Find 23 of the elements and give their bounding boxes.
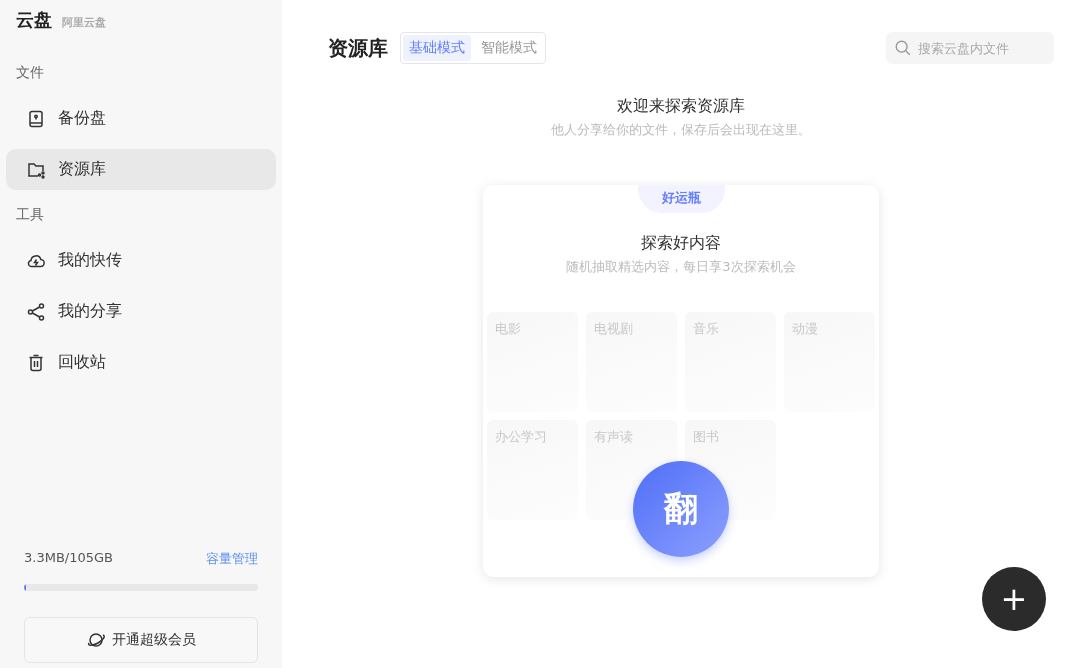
welcome-title: 欢迎来探索资源库 bbox=[616, 96, 746, 117]
app-logo-text: 云盘 bbox=[16, 8, 52, 32]
vip-button[interactable]: 开通超级会员 bbox=[24, 617, 258, 663]
planet-icon bbox=[86, 630, 106, 650]
card-badge: 好运瓶 bbox=[637, 185, 725, 213]
welcome-subtitle: 他人分享给你的文件，保存后会出现在这里。 bbox=[551, 121, 811, 139]
card-subtitle: 随机抽取精选内容，每日享3次探索机会 bbox=[566, 258, 796, 276]
search-icon bbox=[894, 39, 912, 57]
sidebar-item[interactable]: 我的快传 bbox=[6, 240, 276, 281]
add-button[interactable]: + bbox=[982, 567, 1046, 631]
search-field[interactable]: 搜索云盘内文件 bbox=[886, 32, 1054, 64]
share-icon bbox=[26, 301, 46, 322]
drive-icon bbox=[26, 108, 46, 129]
page-title: 资源库 bbox=[328, 34, 388, 62]
card-title: 探索好内容 bbox=[641, 233, 721, 254]
storage-usage: 3.3MB/105GB bbox=[24, 550, 113, 567]
sidebar-item[interactable]: 回收站 bbox=[6, 342, 276, 383]
section-title: 工具 bbox=[15, 206, 45, 224]
sidebar-item[interactable]: 备份盘 bbox=[6, 98, 276, 139]
sidebar-item[interactable]: 我的分享 bbox=[6, 291, 276, 332]
section-title: 文件 bbox=[15, 64, 45, 82]
sidebar-item[interactable]: 资源库 bbox=[6, 149, 276, 190]
app-subtitle: 阿里云盘 bbox=[62, 15, 106, 30]
